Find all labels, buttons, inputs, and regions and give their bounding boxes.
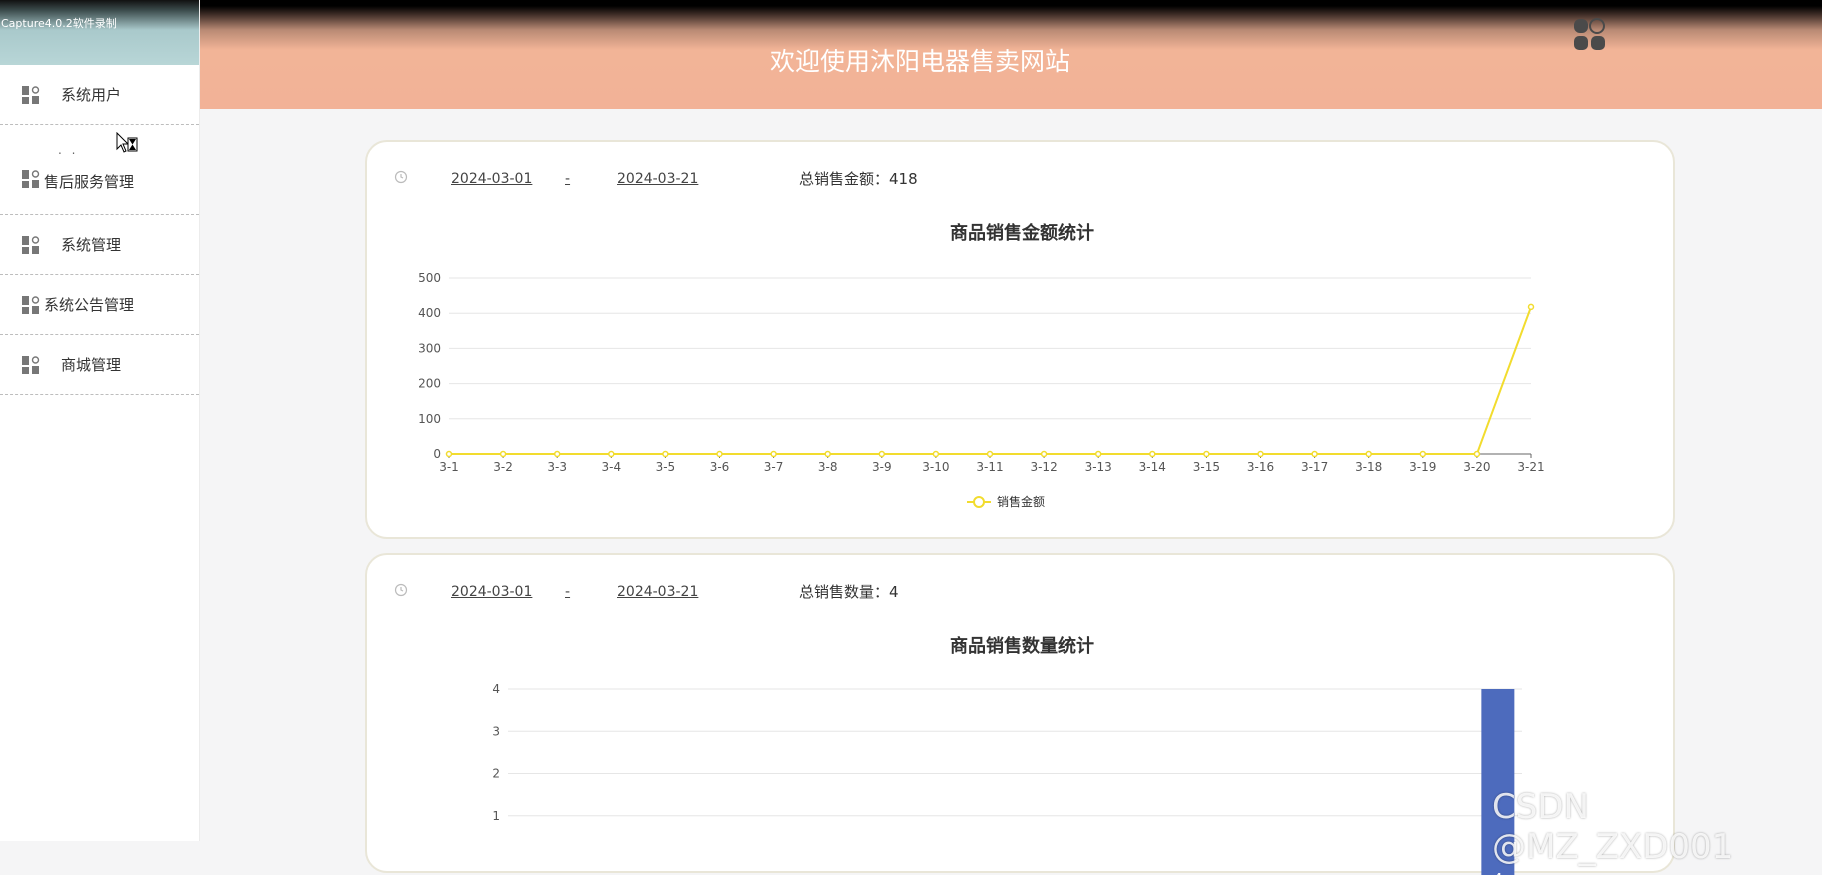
top-header: 欢迎使用沐阳电器售卖网站 xyxy=(200,0,1822,109)
grid-icon xyxy=(22,235,40,254)
x-tick-label: 3-16 xyxy=(1247,460,1274,474)
x-tick-label: 3-2 xyxy=(493,460,513,474)
x-tick-label: 3-18 xyxy=(1355,460,1382,474)
data-point xyxy=(1527,303,1535,311)
x-tick-label: 3-5 xyxy=(656,460,676,474)
x-tick-label: 3-8 xyxy=(818,460,838,474)
y-tick-label: 400 xyxy=(418,306,441,320)
legend-marker xyxy=(973,496,985,508)
loading-dots: . . xyxy=(58,143,79,157)
grid-icon xyxy=(22,295,40,314)
sidebar-item-label: 售后服务管理 xyxy=(44,173,135,191)
sidebar-item-mall-management[interactable]: 商城管理 xyxy=(0,335,199,395)
busy-cursor-icon xyxy=(116,132,138,153)
x-tick-label: 3-11 xyxy=(976,460,1003,474)
data-point xyxy=(1203,450,1210,458)
legend-label: 销售金额 xyxy=(997,494,1045,509)
x-tick-label: 3-4 xyxy=(601,460,621,474)
y-tick-label: 100 xyxy=(418,412,441,426)
watermark: CSDN @MZ_ZXD001 xyxy=(1492,787,1734,867)
x-tick-label: 3-19 xyxy=(1409,460,1436,474)
x-tick-label: 3-3 xyxy=(547,460,567,474)
sidebar-item-label: 系统公告管理 xyxy=(44,296,135,314)
data-point xyxy=(824,450,831,458)
data-point xyxy=(1149,450,1156,458)
data-point xyxy=(1257,450,1264,458)
x-tick-label: 3-14 xyxy=(1139,460,1166,474)
y-tick-label: 0 xyxy=(433,447,441,461)
user-avatar-icon[interactable] xyxy=(1572,16,1608,52)
x-tick-label: 3-21 xyxy=(1517,460,1544,474)
series-line xyxy=(449,306,1532,455)
data-point xyxy=(770,450,777,458)
x-tick-label: 3-15 xyxy=(1193,460,1220,474)
x-tick-label: 3-12 xyxy=(1030,460,1057,474)
x-tick-label: 3-1 xyxy=(439,460,459,474)
grid-icon xyxy=(22,169,40,188)
x-tick-label: 3-9 xyxy=(872,460,892,474)
data-point xyxy=(878,450,886,458)
data-point xyxy=(716,450,723,458)
data-point xyxy=(1094,450,1102,458)
x-tick-label: 3-13 xyxy=(1085,460,1112,474)
data-point xyxy=(1365,450,1372,458)
y-tick-label: 3 xyxy=(492,724,500,738)
grid-icon xyxy=(22,355,40,374)
sidebar-item-system-users[interactable]: 系统用户 xyxy=(0,65,199,125)
page-title: 欢迎使用沐阳电器售卖网站 xyxy=(769,47,1070,76)
data-point xyxy=(1040,450,1048,458)
data-point xyxy=(662,450,669,458)
y-tick-label: 500 xyxy=(418,271,441,285)
y-tick-label: 1 xyxy=(492,809,500,823)
y-tick-label: 200 xyxy=(418,377,441,391)
x-tick-label: 3-7 xyxy=(764,460,784,474)
sidebar-item-after-sales[interactable]: 售后服务管理 xyxy=(0,153,199,215)
x-tick-label: 3-17 xyxy=(1301,460,1328,474)
data-point xyxy=(1473,450,1481,458)
sidebar-header: Capture4.0.2软件录制 xyxy=(0,0,199,65)
sales-amount-line-chart: 0 100 200 300 400 500 3-1 3-2 3-3 3-4 3-5 3-6 3-7 3-8… xyxy=(418,271,1545,509)
sidebar-item-label: 商城管理 xyxy=(61,356,122,374)
sales-amount-card: 2024-03-01 - 2024-03-21 总销售金额：418 商品销售金额… xyxy=(365,140,1675,539)
data-point xyxy=(1419,450,1427,458)
y-tick-label: 2 xyxy=(492,767,500,781)
sidebar-item-label: 系统管理 xyxy=(61,236,122,254)
grid-icon xyxy=(22,85,40,104)
data-point xyxy=(1311,450,1318,458)
y-tick-label: 300 xyxy=(418,341,441,355)
sidebar-item-label: 系统用户 xyxy=(61,86,122,104)
recorder-label: Capture4.0.2软件录制 xyxy=(1,17,117,30)
sidebar-item-system-management[interactable]: 系统管理 xyxy=(0,215,199,275)
data-point xyxy=(986,450,994,458)
sidebar: Capture4.0.2软件录制 系统用户 售后服务管理 系统管理 系统公告管理… xyxy=(0,0,200,841)
sales-quantity-card: 2024-03-01 - 2024-03-21 总销售数量：4 商品销售数量统计… xyxy=(365,553,1675,875)
x-tick-label: 3-20 xyxy=(1463,460,1490,474)
data-point xyxy=(932,450,940,458)
data-point xyxy=(499,450,507,458)
data-point xyxy=(445,450,453,458)
sales-quantity-bar-chart: 1234000000000000000000004 xyxy=(492,682,1522,875)
bar-data-label: 4 xyxy=(1493,870,1503,875)
sidebar-item-announcements[interactable]: 系统公告管理 xyxy=(0,275,199,335)
x-tick-label: 3-6 xyxy=(710,460,730,474)
x-tick-label: 3-10 xyxy=(922,460,949,474)
data-point xyxy=(553,450,561,458)
y-tick-label: 4 xyxy=(492,682,500,696)
data-point xyxy=(608,450,615,458)
